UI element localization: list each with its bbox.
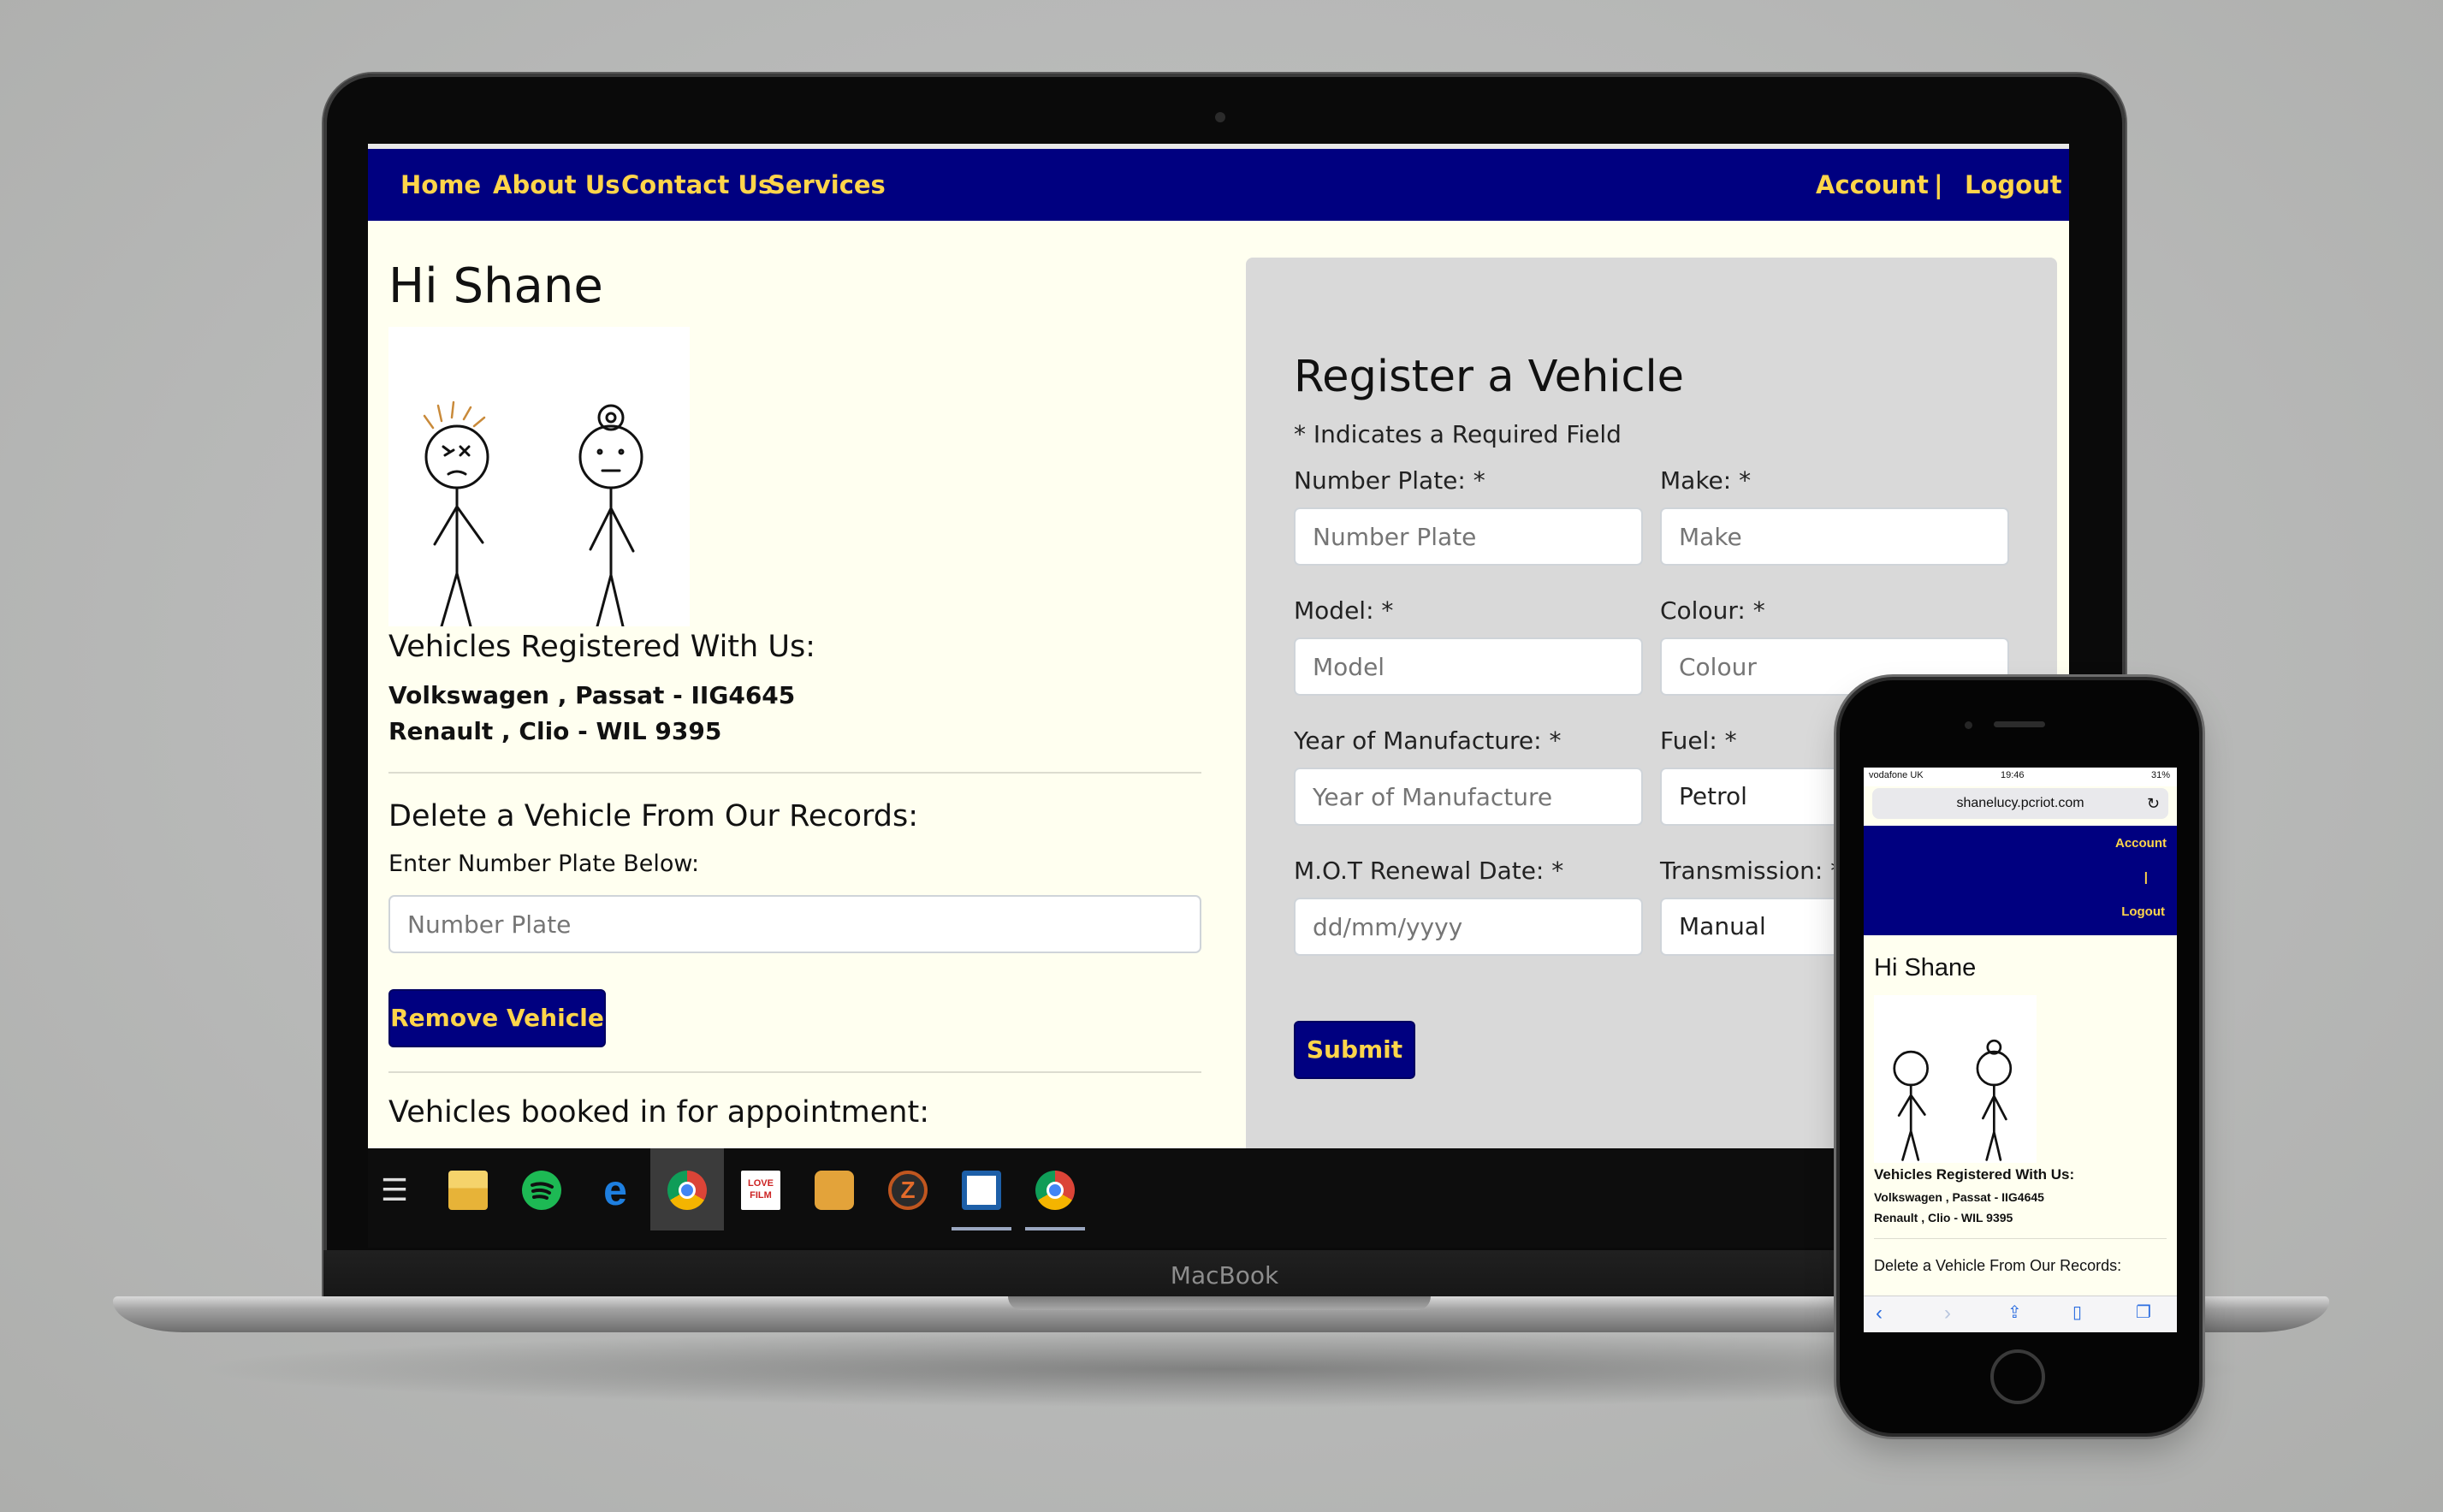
- phone-registered-heading: Vehicles Registered With Us:: [1874, 1166, 2075, 1183]
- transmission-label: Transmission: *: [1660, 857, 1843, 885]
- phone-status-bar: vodafone UK 19:46 31%: [1864, 768, 2177, 786]
- phone-stick-figures-image: [1874, 995, 2037, 1163]
- divider: [388, 772, 1201, 774]
- phone-home-button[interactable]: [1990, 1349, 2045, 1404]
- phone-speaker: [1994, 721, 2045, 727]
- phone-navbar: Account | Logout: [1864, 826, 2177, 935]
- nav-account-link[interactable]: Account: [1816, 149, 1929, 221]
- mot-date-label: M.O.T Renewal Date: *: [1294, 857, 1564, 885]
- taskbar: ☰ e LOVE FILM Z: [368, 1148, 2069, 1248]
- notes-icon[interactable]: [815, 1171, 854, 1210]
- transmission-select-value: Manual: [1679, 912, 1766, 940]
- forward-icon[interactable]: ›: [1944, 1302, 1951, 1325]
- registered-vehicle-item: Renault , Clio - WIL 9395: [388, 717, 722, 745]
- laptop-camera: [1215, 112, 1225, 122]
- filezilla-icon[interactable]: Z: [888, 1171, 928, 1210]
- fuel-select-value: Petrol: [1679, 782, 1747, 810]
- spotify-icon[interactable]: [522, 1171, 561, 1210]
- phone-divider: [1874, 1238, 2167, 1239]
- back-icon[interactable]: ‹: [1876, 1302, 1883, 1325]
- registered-vehicle-item: Volkswagen , Passat - IIG4645: [388, 681, 796, 709]
- laptop-screen: Home About Us Contact Us Services Accoun…: [368, 144, 2069, 1248]
- phone-vehicle-item: Renault , Clio - WIL 9395: [1874, 1211, 2013, 1224]
- share-icon[interactable]: ⇪: [2007, 1302, 2022, 1323]
- bookmarks-icon[interactable]: ▯: [2072, 1302, 2082, 1323]
- delete-vehicle-heading: Delete a Vehicle From Our Records:: [388, 799, 919, 833]
- number-plate-label: Number Plate: *: [1294, 466, 1485, 495]
- top-navbar: Home About Us Contact Us Services Accoun…: [368, 149, 2069, 221]
- nav-home-link[interactable]: Home: [400, 149, 481, 221]
- status-time: 19:46: [2001, 770, 2025, 780]
- phone-screen: vodafone UK 19:46 31% shanelucy.pcriot.c…: [1864, 768, 2177, 1332]
- phone-nav-account-link[interactable]: Account: [2115, 836, 2167, 851]
- tabs-icon[interactable]: ❐: [2136, 1302, 2151, 1323]
- nav-about-link[interactable]: About Us: [493, 149, 620, 221]
- lovefilm-icon[interactable]: LOVE FILM: [741, 1171, 780, 1210]
- greeting-heading: Hi Shane: [388, 258, 603, 314]
- phone-nav-separator: |: [2144, 870, 2148, 885]
- phone-frame: vodafone UK 19:46 31% shanelucy.pcriot.c…: [1840, 680, 2199, 1433]
- delete-number-plate-input[interactable]: [388, 895, 1201, 953]
- nav-logout-link[interactable]: Logout: [1965, 149, 2062, 221]
- make-label: Make: *: [1660, 466, 1752, 495]
- reload-icon[interactable]: ↻: [2147, 788, 2160, 819]
- delete-number-plate-label: Enter Number Plate Below:: [388, 851, 700, 877]
- phone-greeting-heading: Hi Shane: [1874, 954, 1977, 981]
- phone-address-bar[interactable]: shanelucy.pcriot.com ↻: [1872, 788, 2168, 819]
- safari-toolbar: ‹ › ⇪ ▯ ❐: [1864, 1296, 2177, 1332]
- phone-camera: [1965, 721, 1972, 729]
- task-view-icon[interactable]: ☰: [375, 1171, 414, 1210]
- colour-label: Colour: *: [1660, 596, 1765, 625]
- model-input[interactable]: [1294, 637, 1643, 696]
- divider: [388, 1071, 1201, 1073]
- nav-separator: |: [1934, 170, 1943, 199]
- phone-nav-logout-link[interactable]: Logout: [2121, 904, 2165, 919]
- number-plate-input[interactable]: [1294, 507, 1643, 566]
- app-icon[interactable]: [962, 1171, 1001, 1210]
- phone-vehicle-item: Volkswagen , Passat - IIG4645: [1874, 1190, 2044, 1204]
- submit-button[interactable]: Submit: [1294, 1021, 1415, 1079]
- booked-vehicles-heading: Vehicles booked in for appointment:: [388, 1095, 929, 1130]
- year-label: Year of Manufacture: *: [1294, 726, 1562, 755]
- model-label: Model: *: [1294, 596, 1394, 625]
- phone-url-text: shanelucy.pcriot.com: [1956, 796, 2084, 810]
- mot-date-input[interactable]: [1294, 898, 1643, 956]
- status-carrier: vodafone UK: [1869, 770, 1924, 780]
- running-indicator: [1025, 1227, 1085, 1230]
- stick-figures-image: [388, 327, 690, 628]
- chrome-icon[interactable]: [667, 1171, 707, 1210]
- status-battery: 31%: [2150, 770, 2170, 780]
- nav-contact-link[interactable]: Contact Us: [621, 149, 773, 221]
- make-input[interactable]: [1660, 507, 2009, 566]
- file-explorer-icon[interactable]: [448, 1171, 488, 1210]
- running-indicator: [952, 1227, 1011, 1230]
- registered-vehicles-heading: Vehicles Registered With Us:: [388, 630, 815, 664]
- fuel-label: Fuel: *: [1660, 726, 1737, 755]
- edge-icon[interactable]: e: [596, 1169, 635, 1212]
- laptop-hinge-notch: [1008, 1296, 1431, 1310]
- remove-vehicle-button[interactable]: Remove Vehicle: [388, 989, 606, 1047]
- phone-delete-heading: Delete a Vehicle From Our Records:: [1874, 1257, 2122, 1274]
- required-field-note: * Indicates a Required Field: [1294, 420, 1622, 448]
- nav-services-link[interactable]: Services: [768, 149, 886, 221]
- chrome-icon[interactable]: [1035, 1171, 1075, 1210]
- year-input[interactable]: [1294, 768, 1643, 826]
- register-vehicle-title: Register a Vehicle: [1294, 352, 1685, 402]
